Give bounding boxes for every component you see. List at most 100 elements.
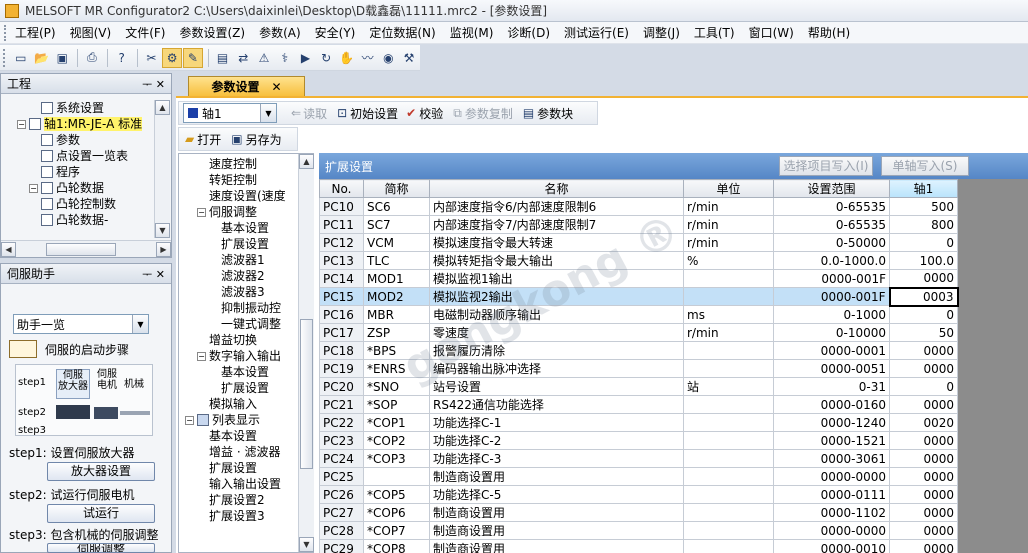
row-axis1-value[interactable]: 0000 (889, 431, 958, 450)
parameter-block-button[interactable]: 参数块 (537, 105, 573, 122)
row-axis1-value[interactable]: 0003 (888, 286, 959, 307)
table-row[interactable]: PC29 *COP8 制造商设置用 0000-0010 0000 (319, 539, 958, 553)
row-axis1-value[interactable]: 500 (889, 197, 958, 216)
io-icon[interactable]: ⇄ (233, 48, 253, 68)
category-tree-item[interactable]: − 列表显示 (185, 412, 299, 428)
row-axis1-value[interactable]: 0000 (889, 539, 958, 553)
open-folder-icon[interactable]: 📂 (32, 48, 52, 68)
chevron-down-icon[interactable]: ▼ (132, 315, 148, 333)
row-axis1-value[interactable]: 0000 (889, 395, 958, 414)
menu-item-11[interactable]: 工具(T) (694, 24, 735, 41)
category-tree-item[interactable]: 增益 · 滤波器 (185, 444, 299, 460)
new-file-icon[interactable]: ▭ (11, 48, 31, 68)
project-tree-item[interactable]: − 轴1:MR-JE-A 标准 (5, 116, 155, 132)
menu-item-5[interactable]: 安全(Y) (315, 24, 356, 41)
scroll-up-icon[interactable]: ▲ (155, 100, 170, 115)
tree-expander-icon[interactable]: − (17, 120, 26, 129)
tool-icon[interactable]: ⚒ (399, 48, 419, 68)
category-tree-item[interactable]: 一键式调整 (185, 316, 299, 332)
table-row[interactable]: PC11 SC7 内部速度指令7/内部速度限制7 r/min 0-65535 800 (319, 215, 958, 234)
project-tree-item[interactable]: 系统设置 (5, 100, 155, 116)
tuning-icon[interactable]: ◉ (378, 48, 398, 68)
table-row[interactable]: PC12 VCM 模拟速度指令最大转速 r/min 0-50000 0 (319, 233, 958, 252)
row-axis1-value[interactable]: 0000 (889, 341, 958, 360)
table-row[interactable]: PC22 *COP1 功能选择C-1 0000-1240 0020 (319, 413, 958, 432)
hand-icon[interactable]: ✋ (337, 48, 357, 68)
select-item-write-button[interactable]: 选择项目写入(I) (779, 156, 873, 176)
tree-expander-icon[interactable]: − (197, 352, 206, 361)
diagnosis-icon[interactable]: ⚕ (275, 48, 295, 68)
category-tree-item[interactable]: 输入输出设置 (185, 476, 299, 492)
tab-parameter-setting[interactable]: 参数设置 ✕ (188, 76, 305, 96)
table-row[interactable]: PC20 *SNO 站号设置站 0-31 0 (319, 377, 958, 396)
category-tree-item[interactable]: 基本设置 (185, 428, 299, 444)
table-row[interactable]: PC17 ZSP 零速度 r/min 0-10000 50 (319, 323, 958, 342)
table-row[interactable]: PC10 SC6 内部速度指令6/内部速度限制6 r/min 0-65535 500 (319, 197, 958, 216)
category-tree-item[interactable]: 滤波器2 (185, 268, 299, 284)
alarm-icon[interactable]: ⚠ (254, 48, 274, 68)
row-axis1-value[interactable]: 0 (889, 233, 958, 252)
category-tree-item[interactable]: 扩展设置 (185, 236, 299, 252)
tree-expander-icon[interactable]: − (185, 416, 194, 425)
verify-button[interactable]: 校验 (419, 105, 443, 122)
scroll-right-icon[interactable]: ▶ (156, 241, 171, 257)
table-row[interactable]: PC26 *COP5 功能选择C-5 0000-0111 0000 (319, 485, 958, 504)
table-row[interactable]: PC21 *SOP RS422通信功能选择 0000-0160 0000 (319, 395, 958, 414)
help-icon[interactable]: ? (112, 48, 132, 68)
table-row[interactable]: PC28 *COP7 制造商设置用 0000-0000 0000 (319, 521, 958, 540)
project-tree-vscroll[interactable]: ▲ ▼ (154, 100, 170, 238)
table-row[interactable]: PC19 *ENRS 编码器输出脉冲选择 0000-0051 0000 (319, 359, 958, 378)
save-icon[interactable]: ▣ (52, 48, 72, 68)
project-tree-item[interactable]: 凸轮数据- (5, 212, 155, 228)
scroll-up-icon[interactable]: ▲ (299, 154, 314, 169)
read-button[interactable]: 读取 (303, 105, 327, 122)
scroll-left-icon[interactable]: ◀ (1, 241, 16, 257)
table-row[interactable]: PC13 TLC 模拟转矩指令最大输出% 0.0-1000.0 100.0 (319, 251, 958, 270)
table-row[interactable]: PC18 *BPS 报警履历清除 0000-0001 0000 (319, 341, 958, 360)
test-run-icon[interactable]: ▶ (296, 48, 316, 68)
single-axis-write-button[interactable]: 单轴写入(S) (881, 156, 969, 176)
tab-close-icon[interactable]: ✕ (271, 80, 281, 94)
category-tree-item[interactable]: 速度设置(速度 (185, 188, 299, 204)
menu-item-4[interactable]: 参数(A) (259, 24, 301, 41)
row-axis1-value[interactable]: 0000 (889, 503, 958, 522)
axis-combo[interactable]: 轴1 ▼ (183, 103, 277, 123)
row-axis1-value[interactable]: 0000 (889, 485, 958, 504)
category-tree-item[interactable]: − 数字输入输出 (185, 348, 299, 364)
jog-icon[interactable]: ↻ (316, 48, 336, 68)
category-tree-item[interactable]: 扩展设置 (185, 380, 299, 396)
category-tree-item[interactable]: 扩展设置2 (185, 492, 299, 508)
category-tree-item[interactable]: 模拟输入 (185, 396, 299, 412)
scroll-down-icon[interactable]: ▼ (155, 223, 170, 238)
tree-expander-icon[interactable]: − (29, 184, 38, 193)
amplifier-setting-button[interactable]: 放大器设置 (47, 462, 155, 481)
menu-item-12[interactable]: 窗口(W) (749, 24, 794, 41)
table-row[interactable]: PC14 MOD1 模拟监视1输出 0000-001F 0000 (319, 269, 958, 288)
chevron-down-icon[interactable]: ▼ (260, 104, 276, 122)
graph-icon[interactable]: 〰 (358, 48, 378, 68)
parameter-icon[interactable]: ⚙ (162, 47, 182, 68)
table-row[interactable]: PC23 *COP2 功能选择C-2 0000-1521 0000 (319, 431, 958, 450)
tree-expander-icon[interactable]: − (197, 208, 206, 217)
row-axis1-value[interactable]: 100.0 (889, 251, 958, 270)
row-axis1-value[interactable]: 0000 (889, 359, 958, 378)
table-row[interactable]: PC24 *COP3 功能选择C-3 0000-3061 0000 (319, 449, 958, 468)
print-icon[interactable]: ⎙ (82, 48, 102, 68)
project-tree-item[interactable]: − 凸轮数据 (5, 180, 155, 196)
assist-icon[interactable]: ✎ (182, 47, 203, 68)
category-tree-item[interactable]: 速度控制 (185, 156, 299, 172)
menu-item-9[interactable]: 测试运行(E) (564, 24, 629, 41)
monitor-icon[interactable]: ▤ (213, 48, 233, 68)
table-row[interactable]: PC15 MOD2 模拟监视2输出 0000-001F 0003 (319, 286, 959, 307)
row-axis1-value[interactable]: 0 (889, 305, 958, 324)
category-tree-item[interactable]: 增益切换 (185, 332, 299, 348)
project-tree-item[interactable]: 点设置一览表 (5, 148, 155, 164)
category-tree-item[interactable]: 扩展设置3 (185, 508, 299, 524)
category-tree-vscroll[interactable]: ▲ ▼ (298, 154, 314, 552)
scroll-down-icon[interactable]: ▼ (299, 537, 314, 552)
scroll-thumb[interactable] (300, 319, 313, 469)
servo-tuning-button[interactable]: 伺服调整 (47, 543, 155, 553)
menu-item-3[interactable]: 参数设置(Z) (179, 24, 245, 41)
scroll-thumb[interactable] (46, 242, 116, 256)
menu-item-10[interactable]: 调整(J) (643, 24, 680, 41)
